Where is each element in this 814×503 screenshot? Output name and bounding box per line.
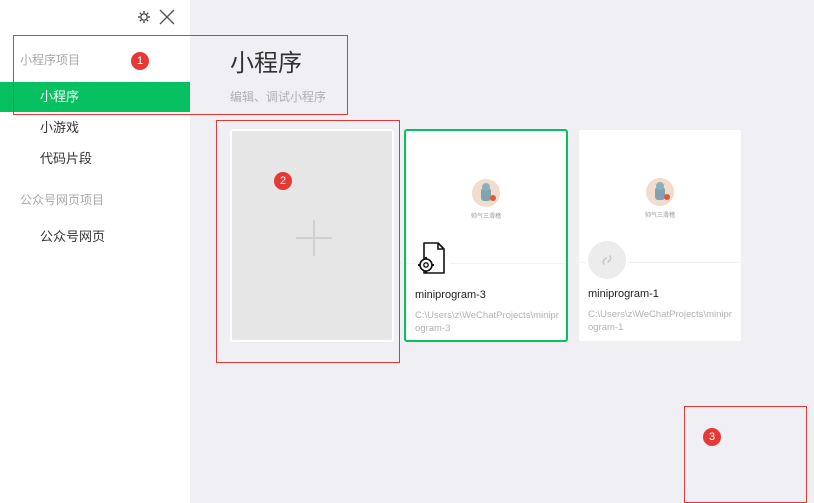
close-icon[interactable] [158,8,176,26]
settings-icon[interactable] [137,10,151,24]
sidebar-item-code-snippets[interactable]: 代码片段 [0,144,190,174]
annotation-box-1 [13,35,348,115]
project-card-miniprogram-1[interactable]: 帅气三滑稽 miniprogram-1 C:\Users\z\WeChatPro… [578,129,742,342]
project-avatar [586,239,628,281]
file-gear-icon [415,240,451,276]
project-path: C:\Users\z\WeChatProjects\miniprogram-3 [415,310,559,334]
annotation-box-2 [216,120,400,363]
sidebar-item-minigame[interactable]: 小游戏 [0,113,190,143]
annotation-badge-2: 2 [274,172,292,190]
section-title-official-account-projects: 公众号网页项目 [20,193,105,207]
project-name: miniprogram-3 [415,289,486,301]
project-thumbnail [646,178,674,206]
project-thumbnail [472,179,500,207]
thumbnail-caption: 帅气三滑稽 [644,213,675,219]
thumbnail-caption: 帅气三滑稽 [470,214,501,220]
annotation-badge-3: 3 [703,428,721,446]
link-icon [602,255,612,265]
project-card-miniprogram-3[interactable]: 帅气三滑稽 miniprogram-3 C:\Users\z\WeChatPro… [404,129,568,342]
annotation-badge-1: 1 [131,52,149,70]
project-name: miniprogram-1 [588,288,659,300]
sidebar-item-official-account-web[interactable]: 公众号网页 [0,222,190,252]
annotation-box-3 [684,406,807,503]
project-path: C:\Users\z\WeChatProjects\miniprogram-1 [588,309,732,333]
